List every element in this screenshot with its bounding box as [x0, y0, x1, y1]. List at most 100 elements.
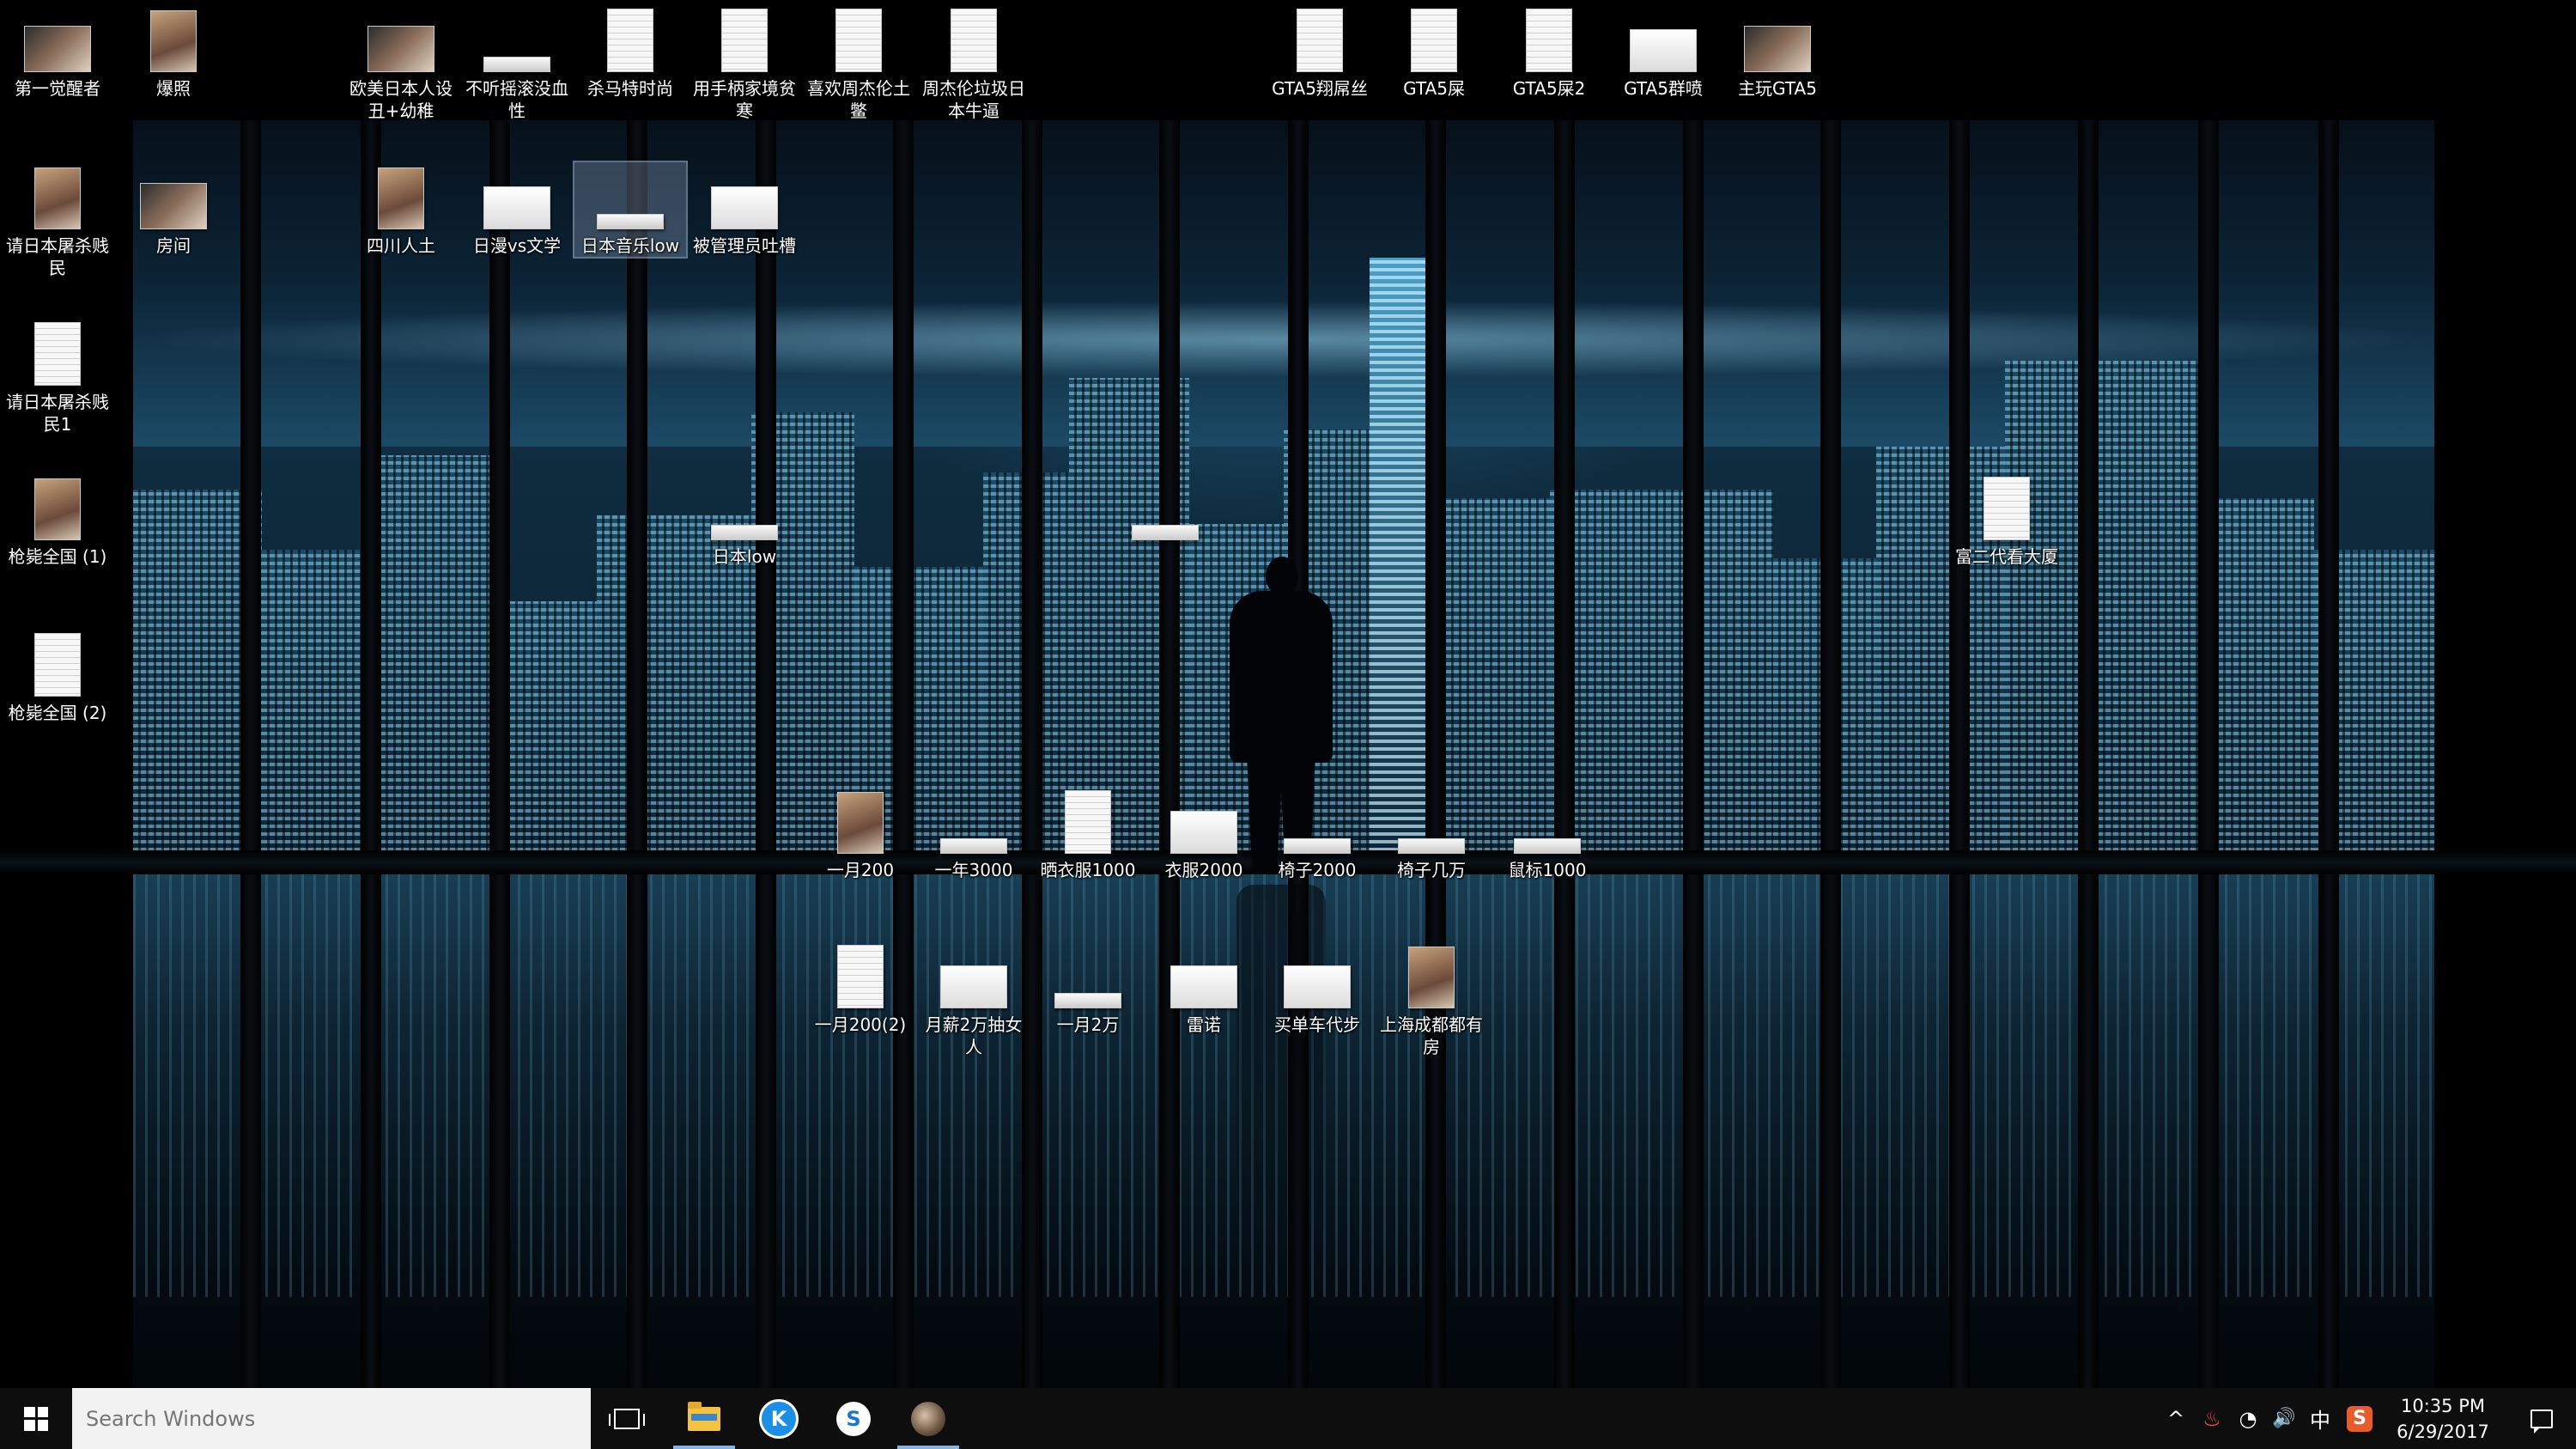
- search-input[interactable]: [72, 1388, 591, 1449]
- desktop-icon[interactable]: 用手柄家境贫寒: [689, 5, 800, 122]
- desktop-icon[interactable]: 房间: [118, 162, 229, 257]
- desktop-icon-label: 主玩GTA5: [1738, 78, 1817, 99]
- desktop-icon[interactable]: 上海成都都有房: [1376, 941, 1487, 1058]
- desktop-icon[interactable]: GTA5群喷: [1607, 5, 1719, 100]
- file-thumbnail-icon: [597, 5, 664, 74]
- file-thumbnail-icon: [368, 5, 434, 74]
- desktop-icon[interactable]: 日本音乐low: [573, 161, 688, 259]
- desktop-icon-label: 椅子2000: [1278, 860, 1357, 880]
- desktop-icon-label: 富二代看大厦: [1955, 546, 2058, 567]
- desktop-icon-label: 月薪2万抽女人: [925, 1014, 1023, 1057]
- clock-time: 10:35 PM: [2401, 1396, 2485, 1416]
- desktop-icon[interactable]: 第一觉醒者: [2, 5, 113, 100]
- file-thumbnail-icon: [940, 787, 1007, 855]
- desktop-icon[interactable]: 椅子2000: [1261, 787, 1373, 881]
- wallpaper-right-frame: [2434, 0, 2576, 1388]
- desktop-icon[interactable]: 一月200: [805, 787, 916, 881]
- kugou-button[interactable]: K: [743, 1388, 815, 1449]
- taskbar: K S ^ ♨ ◔ 🔊 中 S 10:35 PM 6/29/2017: [0, 1388, 2576, 1449]
- desktop-icon[interactable]: 一月200(2): [805, 941, 916, 1036]
- desktop-icon[interactable]: 请日本屠杀贱民: [2, 162, 113, 279]
- file-thumbnail-icon: [1398, 787, 1465, 855]
- file-thumbnail-icon: [1284, 787, 1351, 855]
- desktop-icon-label: GTA5屎2: [1512, 78, 1586, 99]
- file-thumbnail-icon: [1973, 473, 2040, 542]
- desktop-icon-label: 一月200: [826, 860, 895, 880]
- clock-date: 6/29/2017: [2397, 1422, 2489, 1442]
- sogou-browser-icon: S: [836, 1401, 871, 1436]
- file-explorer-button[interactable]: [668, 1388, 740, 1449]
- desktop-icon-label: 不听摇滚没血性: [465, 78, 568, 121]
- action-center-button[interactable]: [2507, 1388, 2576, 1449]
- desktop-icon[interactable]: 一月2万: [1032, 941, 1144, 1036]
- desktop-icon-label: 枪毙全国 (2): [8, 703, 107, 723]
- desktop-icon-label: 用手柄家境贫寒: [693, 78, 796, 121]
- volume-icon[interactable]: 🔊: [2267, 1388, 2301, 1449]
- tray-app-icon[interactable]: ♨: [2195, 1388, 2229, 1449]
- desktop-icon[interactable]: 请日本屠杀贱民1: [2, 319, 113, 435]
- desktop-icon[interactable]: 主玩GTA5: [1722, 5, 1833, 100]
- desktop-icon[interactable]: 枪毙全国 (2): [2, 630, 113, 724]
- file-thumbnail-icon: [1398, 941, 1465, 1010]
- file-thumbnail-icon: [1054, 787, 1121, 855]
- file-thumbnail-icon: [483, 162, 550, 231]
- desktop-icon-label: 日本音乐low: [580, 235, 680, 256]
- desktop-icon[interactable]: 衣服2000: [1148, 787, 1260, 881]
- file-thumbnail-icon: [827, 941, 894, 1010]
- desktop-icon[interactable]: 椅子几万: [1376, 787, 1487, 881]
- desktop-icon[interactable]: 一年3000: [918, 787, 1030, 881]
- desktop-icon[interactable]: 买单车代步: [1261, 941, 1373, 1036]
- desktop-icon[interactable]: 周杰伦垃圾日本牛逼: [918, 5, 1030, 122]
- desktop-icon[interactable]: 杀马特时尚: [574, 5, 686, 100]
- ime-language-indicator[interactable]: 中: [2303, 1388, 2337, 1449]
- desktop-icon-label: 日漫vs文学: [472, 235, 562, 256]
- desktop-icon-label: 周杰伦垃圾日本牛逼: [922, 78, 1025, 121]
- desktop-icon-label: 晒衣服1000: [1040, 860, 1136, 880]
- desktop-icon-label: GTA5屎: [1403, 78, 1465, 99]
- file-thumbnail-icon: [940, 941, 1007, 1010]
- file-explorer-icon: [688, 1401, 720, 1431]
- avatar-app-button[interactable]: [892, 1388, 964, 1449]
- file-thumbnail-icon: [1132, 473, 1199, 542]
- desktop-icon[interactable]: 鼠标1000: [1492, 787, 1603, 881]
- desktop-icon[interactable]: GTA5屎: [1378, 5, 1490, 100]
- file-thumbnail-icon: [1170, 941, 1237, 1010]
- file-thumbnail-icon: [940, 5, 1007, 74]
- desktop-icon[interactable]: 日本low: [689, 473, 800, 568]
- tray-overflow-chevron[interactable]: ^: [2160, 1388, 2191, 1449]
- task-view-button[interactable]: [591, 1388, 663, 1449]
- desktop-icon-label: 买单车代步: [1274, 1014, 1360, 1035]
- sogou-browser-button[interactable]: S: [817, 1388, 890, 1449]
- desktop-icon[interactable]: 四川人土: [345, 162, 457, 257]
- system-clock[interactable]: 10:35 PM 6/29/2017: [2387, 1393, 2499, 1445]
- desktop-icon-label: 请日本屠杀贱民: [6, 235, 109, 278]
- desktop-icon-label: 杀马特时尚: [587, 78, 673, 99]
- desktop-icon[interactable]: GTA5屎2: [1493, 5, 1605, 100]
- file-thumbnail-icon: [1400, 5, 1467, 74]
- desktop-icon[interactable]: 欧美日本人设丑+幼稚: [345, 5, 457, 122]
- desktop-icon[interactable]: 日漫vs文学: [461, 162, 573, 257]
- desktop-icon[interactable]: 爆照: [118, 5, 229, 100]
- file-thumbnail-icon: [24, 319, 91, 387]
- start-button[interactable]: [0, 1388, 72, 1449]
- sogou-ime-icon[interactable]: S: [2342, 1388, 2377, 1449]
- windows-logo-icon: [24, 1406, 48, 1431]
- desktop-icon-label: 第一觉醒者: [15, 78, 100, 99]
- desktop-icon-label: 椅子几万: [1397, 860, 1466, 880]
- desktop-icon[interactable]: [1109, 473, 1221, 545]
- desktop-icon-label: 雷诺: [1187, 1014, 1221, 1035]
- desktop-icon[interactable]: 被管理员吐槽: [689, 162, 800, 257]
- desktop-icon[interactable]: 喜欢周杰伦土鳖: [803, 5, 914, 122]
- file-thumbnail-icon: [368, 162, 434, 231]
- file-thumbnail-icon: [483, 5, 550, 74]
- desktop-icon-label: 日本low: [712, 546, 777, 567]
- desktop-icon[interactable]: 富二代看大厦: [1951, 473, 2063, 568]
- desktop-icon[interactable]: 晒衣服1000: [1032, 787, 1144, 881]
- desktop-icon[interactable]: GTA5翔屌丝: [1264, 5, 1376, 100]
- file-thumbnail-icon: [711, 162, 778, 231]
- desktop-icon[interactable]: 月薪2万抽女人: [918, 941, 1030, 1058]
- wifi-icon[interactable]: ◔: [2231, 1388, 2265, 1449]
- desktop-icon[interactable]: 不听摇滚没血性: [461, 5, 573, 122]
- desktop-icon[interactable]: 枪毙全国 (1): [2, 473, 113, 568]
- desktop-icon[interactable]: 雷诺: [1148, 941, 1260, 1036]
